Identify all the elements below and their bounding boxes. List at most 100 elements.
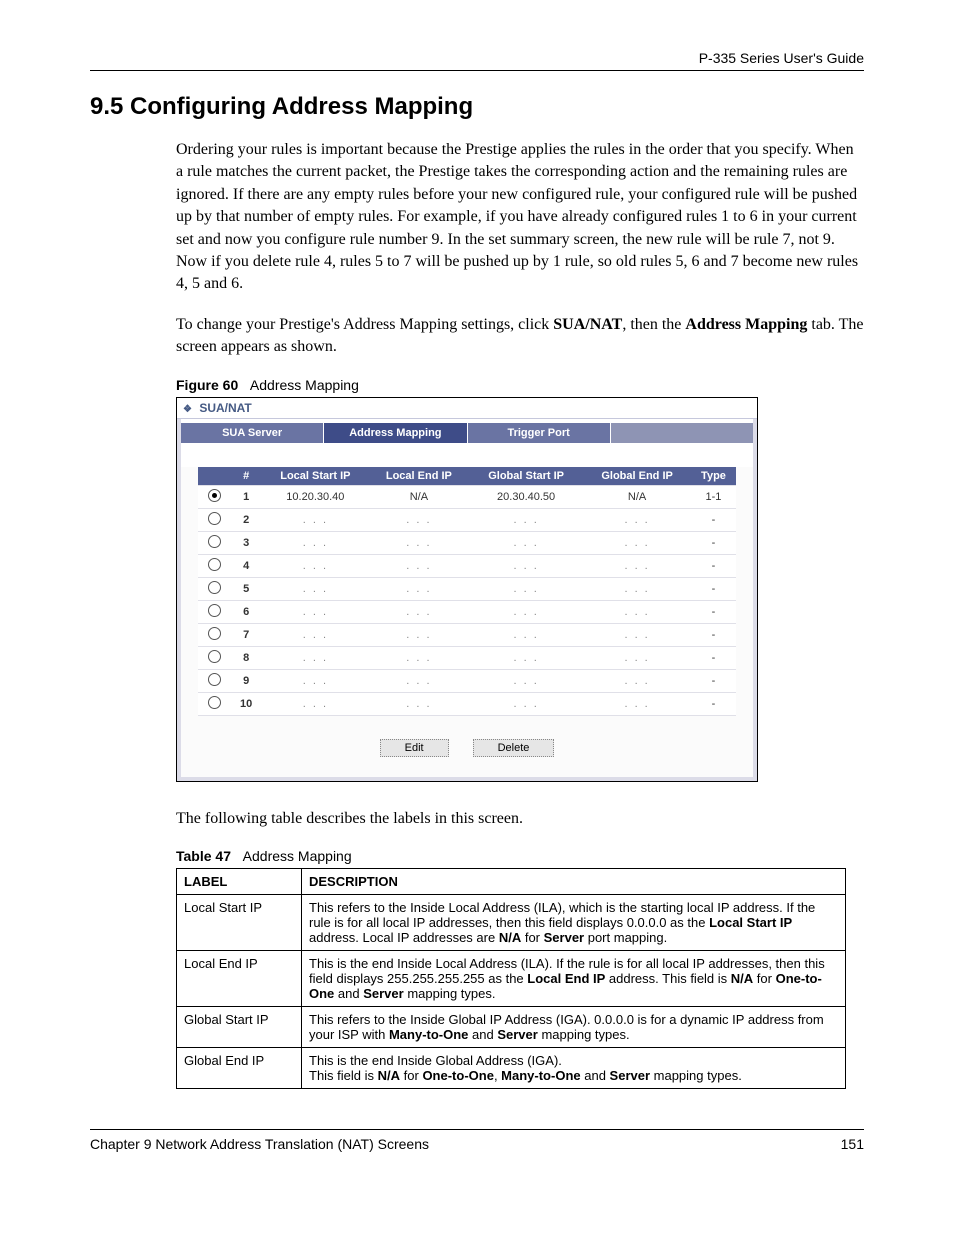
paragraph-1: Ordering your rules is important because… <box>176 139 864 296</box>
breadcrumb: ❖ SUA/NAT <box>177 398 757 419</box>
global-start-ip: 20.30.40.50 <box>469 485 583 508</box>
map-header-col: Local End IP <box>369 467 470 486</box>
global-end-ip: . . . <box>583 646 691 669</box>
local-start-ip: . . . <box>262 692 368 715</box>
tab-address-mapping[interactable]: Address Mapping <box>324 423 467 443</box>
global-end-ip: N/A <box>583 485 691 508</box>
global-end-ip: . . . <box>583 508 691 531</box>
edit-button[interactable]: Edit <box>380 739 449 757</box>
row-radio-icon[interactable] <box>208 512 221 525</box>
row-radio-icon[interactable] <box>208 627 221 640</box>
global-start-ip: . . . <box>469 577 583 600</box>
row-radio-icon[interactable] <box>208 581 221 594</box>
row-type: - <box>691 646 736 669</box>
map-header-col: Local Start IP <box>262 467 368 486</box>
row-radio-icon[interactable] <box>208 535 221 548</box>
map-header-col: # <box>230 467 262 486</box>
row-index: 6 <box>230 600 262 623</box>
row-radio-cell[interactable] <box>198 623 230 646</box>
desc-row: Local Start IPThis refers to the Inside … <box>177 894 846 950</box>
row-type: - <box>691 669 736 692</box>
tab-sua-server[interactable]: SUA Server <box>181 423 324 443</box>
global-end-ip: . . . <box>583 623 691 646</box>
row-index: 1 <box>230 485 262 508</box>
row-index: 9 <box>230 669 262 692</box>
row-radio-icon[interactable] <box>208 696 221 709</box>
local-start-ip: . . . <box>262 577 368 600</box>
row-radio-cell[interactable] <box>198 554 230 577</box>
footer-page-number: 151 <box>841 1136 864 1152</box>
table-row: 110.20.30.40N/A20.30.40.50N/A1-1 <box>198 485 736 508</box>
table-row: 2. . .. . .. . .. . .- <box>198 508 736 531</box>
desc-text: This refers to the Inside Global IP Addr… <box>302 1006 846 1047</box>
local-end-ip: . . . <box>369 531 470 554</box>
row-index: 10 <box>230 692 262 715</box>
local-end-ip: . . . <box>369 692 470 715</box>
table-row: 8. . .. . .. . .. . .- <box>198 646 736 669</box>
local-start-ip: . . . <box>262 554 368 577</box>
global-start-ip: . . . <box>469 623 583 646</box>
row-radio-cell[interactable] <box>198 531 230 554</box>
desc-label: Local End IP <box>177 950 302 1006</box>
table-caption: Table 47 Address Mapping <box>176 848 864 864</box>
local-start-ip: . . . <box>262 623 368 646</box>
row-type: - <box>691 692 736 715</box>
local-start-ip: 10.20.30.40 <box>262 485 368 508</box>
local-start-ip: . . . <box>262 508 368 531</box>
local-end-ip: . . . <box>369 623 470 646</box>
row-radio-icon[interactable] <box>208 604 221 617</box>
local-end-ip: N/A <box>369 485 470 508</box>
row-type: 1-1 <box>691 485 736 508</box>
row-type: - <box>691 600 736 623</box>
row-radio-icon[interactable] <box>208 489 221 502</box>
row-radio-cell[interactable] <box>198 692 230 715</box>
row-index: 8 <box>230 646 262 669</box>
row-radio-cell[interactable] <box>198 600 230 623</box>
desc-label: Global End IP <box>177 1047 302 1088</box>
row-radio-cell[interactable] <box>198 646 230 669</box>
global-start-ip: . . . <box>469 669 583 692</box>
global-start-ip: . . . <box>469 692 583 715</box>
screenshot-panel: ❖ SUA/NAT SUA ServerAddress MappingTrigg… <box>176 397 758 782</box>
tab-spacer <box>611 423 753 443</box>
section-heading: 9.5 Configuring Address Mapping <box>90 93 864 121</box>
table-row: 9. . .. . .. . .. . .- <box>198 669 736 692</box>
map-header-col <box>198 467 230 486</box>
tab-trigger-port[interactable]: Trigger Port <box>468 423 611 443</box>
local-end-ip: . . . <box>369 646 470 669</box>
global-start-ip: . . . <box>469 646 583 669</box>
table-row: 4. . .. . .. . .. . .- <box>198 554 736 577</box>
description-table: LABEL DESCRIPTION Local Start IPThis ref… <box>176 868 846 1089</box>
delete-button[interactable]: Delete <box>473 739 555 757</box>
global-start-ip: . . . <box>469 508 583 531</box>
table-row: 10. . .. . .. . .. . .- <box>198 692 736 715</box>
map-header-col: Type <box>691 467 736 486</box>
row-radio-icon[interactable] <box>208 673 221 686</box>
map-header-col: Global Start IP <box>469 467 583 486</box>
row-radio-cell[interactable] <box>198 508 230 531</box>
row-index: 2 <box>230 508 262 531</box>
row-type: - <box>691 577 736 600</box>
row-radio-icon[interactable] <box>208 558 221 571</box>
desc-header-label: LABEL <box>177 868 302 894</box>
row-radio-icon[interactable] <box>208 650 221 663</box>
header-guide-name: P-335 Series User's Guide <box>699 50 864 66</box>
row-radio-cell[interactable] <box>198 577 230 600</box>
table-row: 3. . .. . .. . .. . .- <box>198 531 736 554</box>
global-end-ip: . . . <box>583 669 691 692</box>
local-start-ip: . . . <box>262 646 368 669</box>
row-index: 5 <box>230 577 262 600</box>
desc-text: This is the end Inside Local Address (IL… <box>302 950 846 1006</box>
row-radio-cell[interactable] <box>198 669 230 692</box>
global-start-ip: . . . <box>469 531 583 554</box>
desc-row: Global End IPThis is the end Inside Glob… <box>177 1047 846 1088</box>
global-start-ip: . . . <box>469 554 583 577</box>
desc-text: This refers to the Inside Local Address … <box>302 894 846 950</box>
row-radio-cell[interactable] <box>198 485 230 508</box>
desc-row: Local End IPThis is the end Inside Local… <box>177 950 846 1006</box>
breadcrumb-arrow-icon: ❖ <box>183 404 192 415</box>
global-end-ip: . . . <box>583 531 691 554</box>
global-start-ip: . . . <box>469 600 583 623</box>
figure-caption: Figure 60 Address Mapping <box>176 377 864 393</box>
global-end-ip: . . . <box>583 554 691 577</box>
